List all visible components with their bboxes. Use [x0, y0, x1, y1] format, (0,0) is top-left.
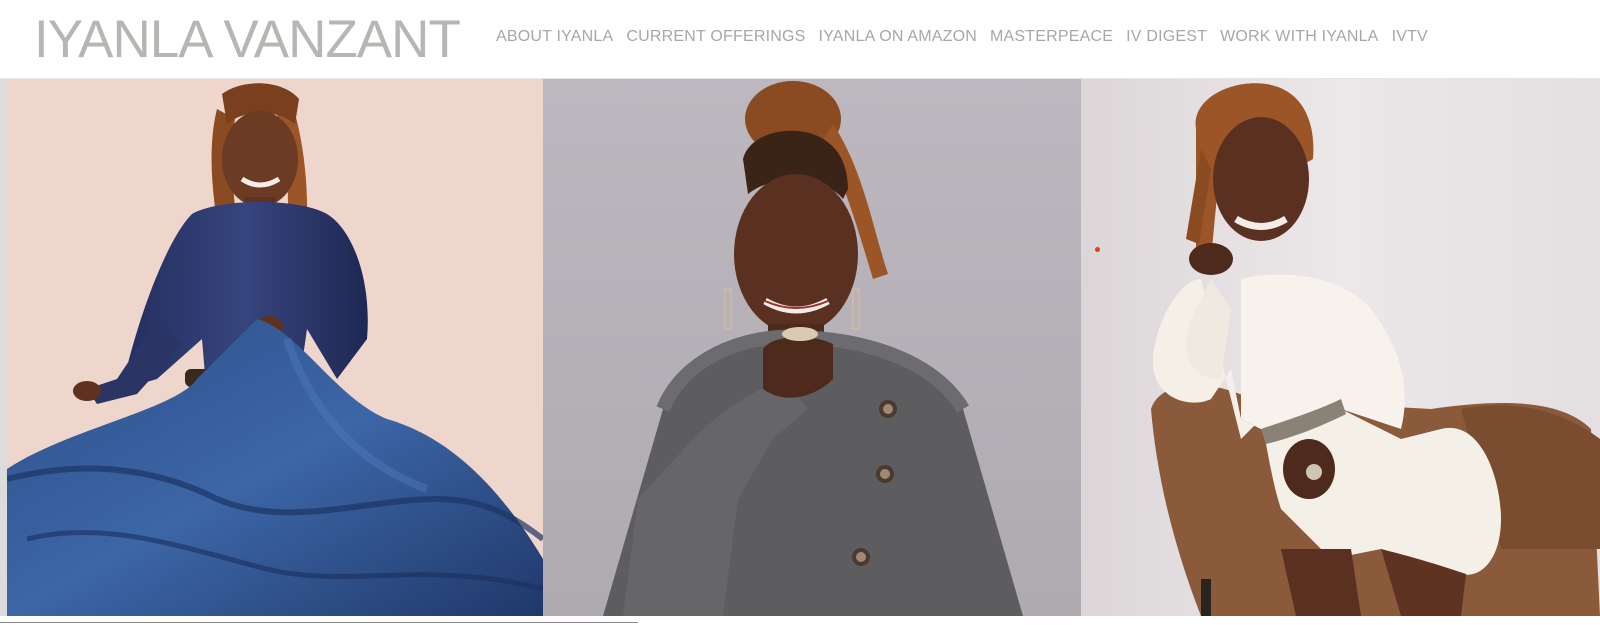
- hero-gallery: [0, 79, 1600, 616]
- nav-ivtv[interactable]: IVTV: [1392, 26, 1428, 48]
- page-bottom-strip: [0, 616, 1600, 625]
- nav-work-with-iyanla[interactable]: WORK WITH IYANLA: [1220, 26, 1378, 48]
- nav-about-iyanla[interactable]: ABOUT IYANLA: [496, 26, 613, 48]
- photo-portrait-white-dress: [1081, 79, 1600, 616]
- nav-iyanla-on-amazon[interactable]: IYANLA ON AMAZON: [819, 26, 978, 48]
- nav-masterpeace[interactable]: MASTERPEACE: [990, 26, 1113, 48]
- gallery-photo-1[interactable]: [0, 79, 543, 616]
- photo-portrait-blue-skirt: [7, 79, 543, 616]
- main-nav: ABOUT IYANLA CURRENT OFFERINGS IYANLA ON…: [496, 26, 1441, 48]
- photo-portrait-grey-coat: [543, 79, 1081, 616]
- gallery-photo-2[interactable]: [543, 79, 1081, 616]
- site-logo[interactable]: IYANLA VANZANT: [34, 10, 461, 70]
- gallery-photo-3[interactable]: [1081, 79, 1600, 616]
- nav-iv-digest[interactable]: IV DIGEST: [1126, 26, 1207, 48]
- horizontal-scrollbar[interactable]: [0, 622, 638, 623]
- site-header: IYANLA VANZANT ABOUT IYANLA CURRENT OFFE…: [0, 0, 1600, 79]
- nav-current-offerings[interactable]: CURRENT OFFERINGS: [626, 26, 805, 48]
- cursor-dot: [1095, 247, 1100, 252]
